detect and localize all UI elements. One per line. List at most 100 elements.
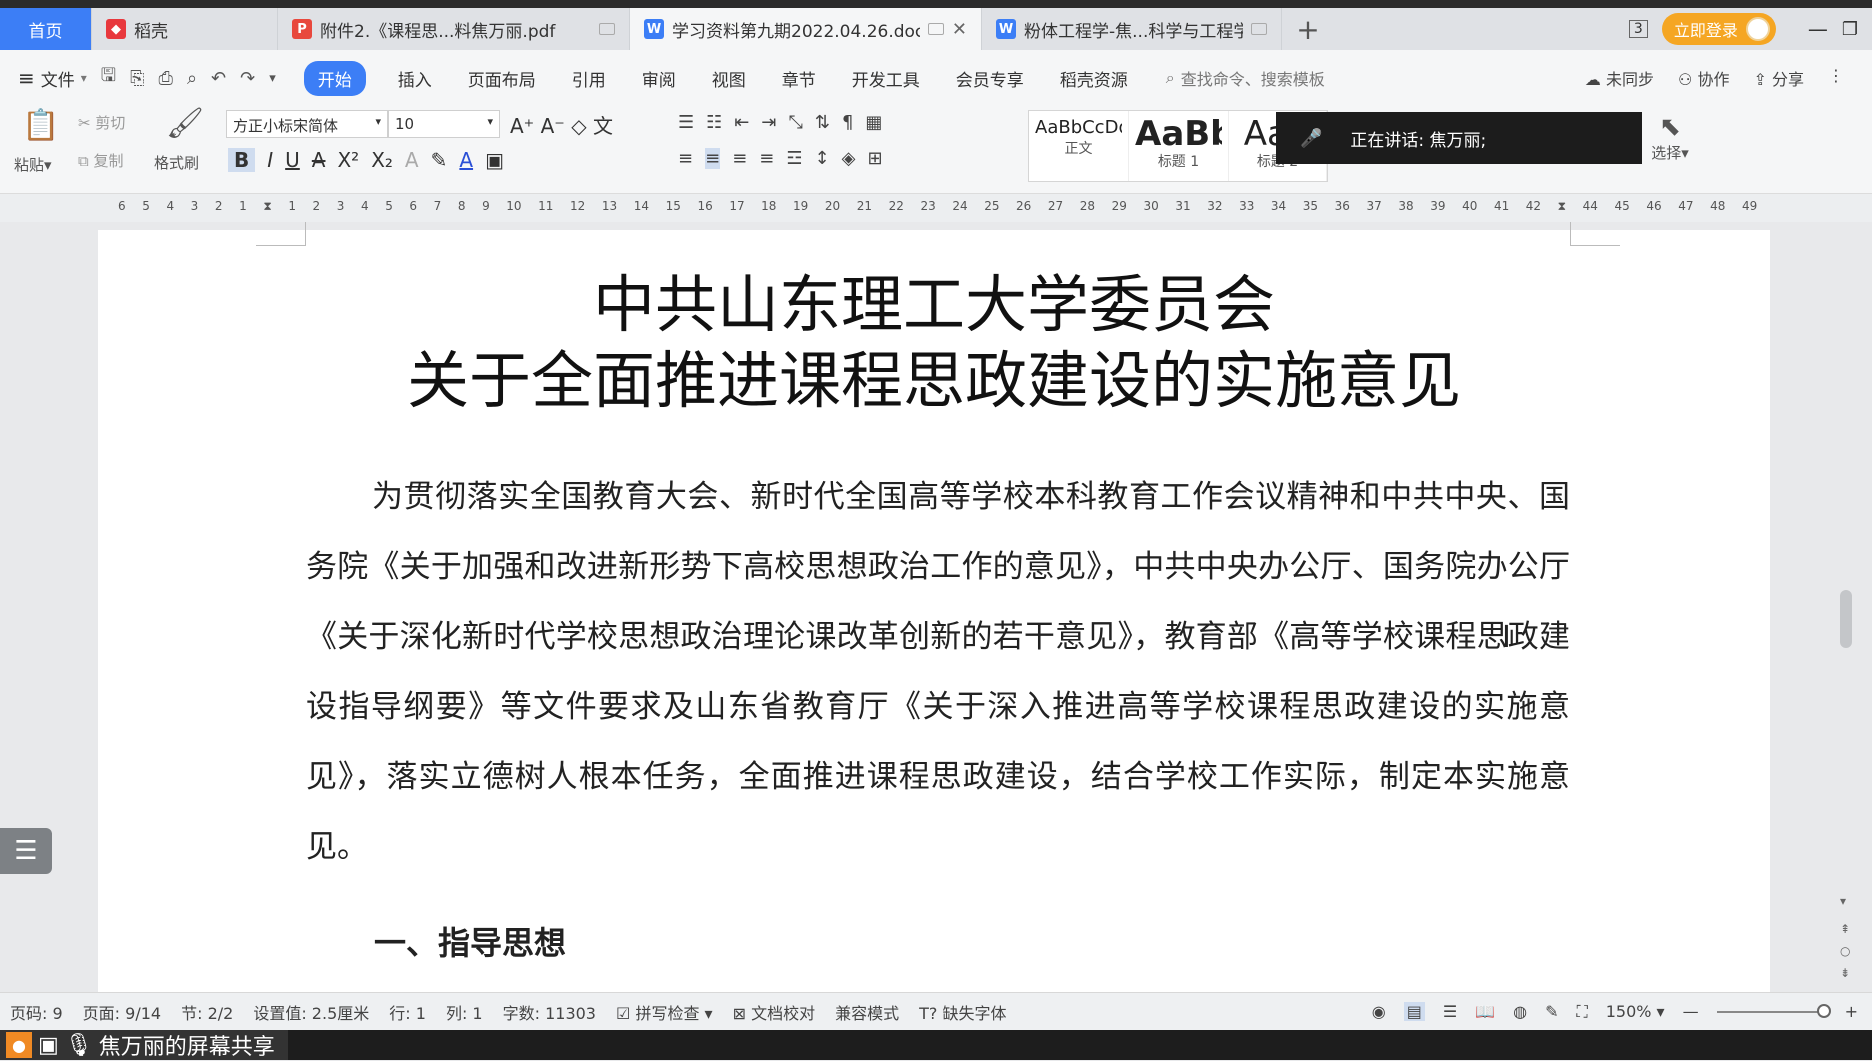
- text-effect-icon[interactable]: A: [405, 148, 419, 172]
- share-button[interactable]: ⇪ 分享: [1753, 66, 1804, 90]
- numbered-list-icon[interactable]: ☷: [706, 112, 722, 133]
- missing-font-button[interactable]: T? 缺失字体: [909, 1000, 1016, 1024]
- paste-icon[interactable]: 📋: [22, 108, 59, 143]
- more-icon[interactable]: ⋮: [1828, 66, 1844, 90]
- cut-button[interactable]: ✂ 剪切: [78, 112, 125, 133]
- decrease-indent-icon[interactable]: ⇤: [734, 112, 749, 133]
- tab-daoke[interactable]: ◆ 稻壳: [92, 8, 278, 50]
- select-button[interactable]: ⬉ 选择▾: [1642, 112, 1698, 163]
- new-tab-button[interactable]: +: [1282, 8, 1334, 50]
- next-page-icon[interactable]: ⇟: [1840, 966, 1850, 980]
- font-name-select[interactable]: 方正小标宋简体 ▾: [226, 110, 388, 138]
- menu-daoke-resources[interactable]: 稻壳资源: [1042, 66, 1146, 91]
- status-word-count[interactable]: 字数: 11303: [493, 1000, 606, 1024]
- menu-member[interactable]: 会员专享: [938, 66, 1042, 91]
- align-left-icon[interactable]: ≡: [678, 148, 693, 169]
- justify-icon[interactable]: ≡: [759, 148, 774, 169]
- minimize-icon[interactable]: —: [1808, 17, 1828, 41]
- menu-references[interactable]: 引用: [554, 66, 624, 91]
- prev-page-icon[interactable]: ⇞: [1840, 922, 1850, 936]
- document-page[interactable]: 中共山东理工大学委员会 关于全面推进课程思政建设的实施意见 为贯彻落实全国教育大…: [98, 222, 1770, 992]
- select-browse-icon[interactable]: ○: [1840, 944, 1850, 958]
- outline-view-icon[interactable]: ☰: [1443, 1002, 1457, 1021]
- zoom-in-icon[interactable]: +: [1845, 1002, 1858, 1021]
- tab-pdf[interactable]: P 附件2.《课程思...料焦万丽.pdf: [278, 8, 630, 50]
- char-border-icon[interactable]: ▣: [485, 148, 504, 172]
- table-grid-icon[interactable]: ▦: [865, 112, 882, 133]
- copy-button[interactable]: ⧉ 复制: [78, 150, 124, 171]
- horizontal-ruler[interactable]: 6 5 4 3 2 1 ⧗ 1 2 3 4 5 6 7 8 9 10 11 12 13 14 15 16 17 18 19 20 21…: [0, 194, 1872, 222]
- print-preview-icon[interactable]: ⌕: [187, 68, 197, 89]
- zoom-slider-knob[interactable]: [1816, 1003, 1831, 1018]
- align-right-icon[interactable]: ≡: [732, 148, 747, 169]
- tab-doc2[interactable]: W 粉体工程学-焦...科学与工程学院: [982, 8, 1282, 50]
- save-icon[interactable]: 🖫: [101, 63, 116, 93]
- reading-view-icon[interactable]: 📖: [1475, 1002, 1495, 1021]
- customize-qat-icon[interactable]: ▾: [269, 71, 276, 86]
- export-pdf-icon[interactable]: ⎘: [130, 68, 144, 89]
- status-page-code[interactable]: 页码: 9: [0, 1000, 73, 1024]
- zoom-slider[interactable]: [1716, 1003, 1831, 1018]
- text-direction-icon[interactable]: ⤡: [788, 112, 802, 133]
- fit-page-icon[interactable]: ⛶: [1577, 1002, 1588, 1022]
- underline-icon[interactable]: U: [285, 148, 300, 172]
- grow-font-icon[interactable]: A⁺: [510, 114, 534, 138]
- italic-icon[interactable]: I: [267, 148, 273, 172]
- write-view-icon[interactable]: ✎: [1545, 1002, 1558, 1021]
- tab-doc-active[interactable]: W 学习资料第九期2022.04.26.doc ✕: [630, 8, 982, 50]
- status-section[interactable]: 节: 2/2: [171, 1000, 243, 1024]
- undo-icon[interactable]: ↶: [211, 68, 226, 89]
- menu-insert[interactable]: 插入: [380, 66, 450, 91]
- format-painter-button[interactable]: 格式刷: [154, 152, 199, 173]
- status-setting[interactable]: 设置值: 2.5厘米: [243, 1000, 379, 1024]
- bullet-list-icon[interactable]: ☰: [678, 112, 694, 133]
- menu-home[interactable]: 开始: [303, 60, 366, 96]
- show-marks-icon[interactable]: ¶: [842, 112, 853, 133]
- menu-developer[interactable]: 开发工具: [834, 66, 938, 91]
- format-painter-icon[interactable]: 🖌: [166, 106, 204, 141]
- paste-button[interactable]: 粘贴▾: [14, 154, 52, 175]
- sort-icon[interactable]: ⇅: [815, 112, 830, 133]
- line-spacing-icon[interactable]: ↕: [815, 148, 830, 169]
- command-search[interactable]: ⌕ 查找命令、搜索模板: [1166, 66, 1325, 90]
- spell-check-button[interactable]: ☑ 拼写检查 ▾: [606, 1000, 723, 1024]
- style-heading1[interactable]: AaBb 标题 1: [1129, 111, 1229, 181]
- scroll-thumb[interactable]: [1840, 590, 1852, 648]
- login-button[interactable]: 立即登录: [1661, 13, 1776, 45]
- collab-button[interactable]: ⚇ 协作: [1678, 66, 1729, 90]
- menu-section[interactable]: 章节: [764, 66, 834, 91]
- superscript-icon[interactable]: X²: [337, 148, 359, 172]
- unsync-button[interactable]: ☁ 未同步: [1585, 66, 1654, 90]
- menu-view[interactable]: 视图: [694, 66, 764, 91]
- menu-review[interactable]: 审阅: [624, 66, 694, 91]
- print-icon[interactable]: ⎙: [159, 68, 173, 89]
- web-view-icon[interactable]: ◍: [1513, 1002, 1527, 1021]
- align-center-icon[interactable]: ≡: [705, 148, 721, 169]
- proofread-button[interactable]: ⊠ 文档校对: [723, 1000, 826, 1024]
- subscript-icon[interactable]: X₂: [371, 148, 393, 172]
- shading-icon[interactable]: ◈: [842, 148, 856, 169]
- restore-icon[interactable]: ❐: [1842, 19, 1858, 40]
- outline-toggle-button[interactable]: ☰: [0, 828, 52, 874]
- vertical-scrollbar[interactable]: ▾ ⇞ ○ ⇟: [1836, 222, 1856, 992]
- font-size-select[interactable]: 10 ▾: [388, 110, 500, 138]
- bold-icon[interactable]: B: [228, 148, 256, 172]
- highlight-icon[interactable]: ✎: [431, 148, 448, 172]
- menu-page-layout[interactable]: 页面布局: [450, 66, 554, 91]
- strikethrough-icon[interactable]: A: [312, 148, 326, 172]
- redo-icon[interactable]: ↷: [240, 68, 255, 89]
- status-page[interactable]: 页面: 9/14: [73, 1000, 171, 1024]
- page-view-icon[interactable]: ▤: [1403, 1002, 1425, 1021]
- compat-mode[interactable]: 兼容模式: [825, 1000, 909, 1024]
- eye-protection-icon[interactable]: ◉: [1372, 1002, 1386, 1021]
- style-normal[interactable]: AaBbCcDd 正文: [1029, 111, 1129, 181]
- tab-home[interactable]: 首页: [0, 8, 92, 50]
- window-count-icon[interactable]: 3: [1628, 20, 1648, 38]
- zoom-out-icon[interactable]: —: [1683, 1002, 1699, 1021]
- font-color-icon[interactable]: A: [459, 148, 473, 172]
- clear-format-icon[interactable]: ◇: [571, 114, 586, 138]
- zoom-level[interactable]: 150% ▾: [1606, 1002, 1665, 1021]
- scroll-down-icon[interactable]: ▾: [1840, 894, 1846, 908]
- close-tab-icon[interactable]: ✕: [952, 19, 967, 40]
- file-menu[interactable]: ≡ 文件 ▾: [0, 66, 101, 91]
